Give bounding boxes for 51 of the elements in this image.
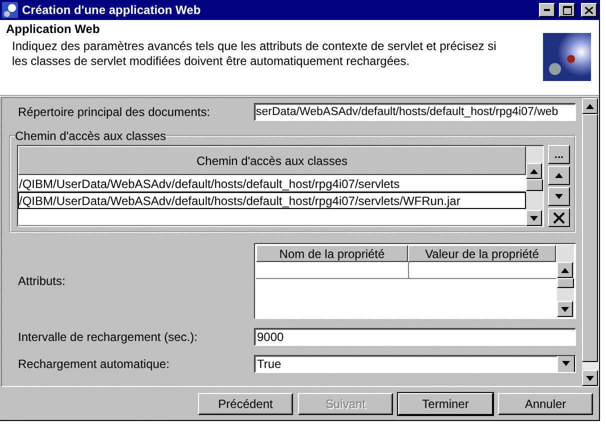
remove-button[interactable] <box>548 208 570 227</box>
space-illustration <box>543 33 591 81</box>
move-down-button[interactable] <box>548 187 570 206</box>
triangle-down-icon <box>586 376 594 380</box>
x-icon <box>553 212 565 224</box>
scrollbar[interactable] <box>526 146 543 226</box>
scroll-up-button[interactable] <box>526 163 542 179</box>
section-heading: Application Web <box>6 22 101 36</box>
scroll-up-button[interactable] <box>557 262 573 278</box>
description-text: Indiquez des paramètres avancés tels que les attributs de contexte de servlet et précisez si les classes de servlet modifiées doivent être automatiquement rechargées. <box>12 39 498 69</box>
document-root-field[interactable]: serData/WebASAdv/default/hosts/default_host/rpg4i07/web <box>254 103 576 121</box>
field-label: Attributs: <box>17 274 66 288</box>
triangle-up-icon <box>561 268 569 272</box>
scroll-down-button[interactable] <box>557 301 573 317</box>
column-header[interactable]: Chemin d'accès aux classes <box>18 146 526 175</box>
minimize-icon <box>544 9 550 11</box>
triangle-up-icon <box>586 104 594 108</box>
wizard-button[interactable]: Précédent <box>198 392 293 414</box>
close-button[interactable] <box>581 3 597 17</box>
minimize-button[interactable] <box>539 3 555 17</box>
maximize-button[interactable] <box>559 3 575 17</box>
window-title: Création d'une application Web <box>22 3 202 17</box>
scroll-thumb[interactable] <box>526 179 543 191</box>
scroll-down-button[interactable] <box>582 370 598 386</box>
auto-reload-dropdown[interactable]: True <box>254 354 576 372</box>
triangle-up-icon <box>555 173 563 178</box>
move-up-button[interactable] <box>548 166 570 185</box>
maximize-icon <box>562 6 572 14</box>
field-label: Répertoire principal des documents: <box>17 105 212 119</box>
scrollbar[interactable] <box>557 245 574 317</box>
triangle-up-icon <box>530 168 538 174</box>
triangle-down-icon <box>555 194 563 199</box>
column-header[interactable]: Nom de la propriété <box>256 245 408 262</box>
classpath-row[interactable]: /QIBM/UserData/WebASAdv/default/hosts/default_host/rpg4i07/servlets/WFRun.jar <box>18 192 526 209</box>
field-label: Rechargement automatique: <box>17 356 170 370</box>
caret-icon <box>562 361 570 366</box>
reload-interval-field[interactable]: 9000 <box>254 328 576 346</box>
scroll-up-button[interactable] <box>582 98 598 114</box>
browse-button[interactable]: ... <box>548 145 570 164</box>
wizard-button[interactable]: Terminer <box>398 392 493 414</box>
field-label: Intervalle de rechargement (sec.): <box>17 330 198 344</box>
classpath-row[interactable]: /QIBM/UserData/WebASAdv/default/hosts/default_host/rpg4i07/servlets <box>18 175 526 192</box>
scroll-down-button[interactable] <box>526 210 542 226</box>
wizard-button[interactable]: Annuler <box>498 392 593 414</box>
triangle-down-icon <box>530 216 538 220</box>
scroll-thumb[interactable] <box>557 278 574 288</box>
triangle-down-icon <box>561 306 569 312</box>
group-title: Chemin d'accès aux classes <box>15 129 166 143</box>
close-icon <box>585 6 593 14</box>
column-header[interactable]: Valeur de la propriété <box>408 245 556 262</box>
app-icon <box>2 2 18 18</box>
